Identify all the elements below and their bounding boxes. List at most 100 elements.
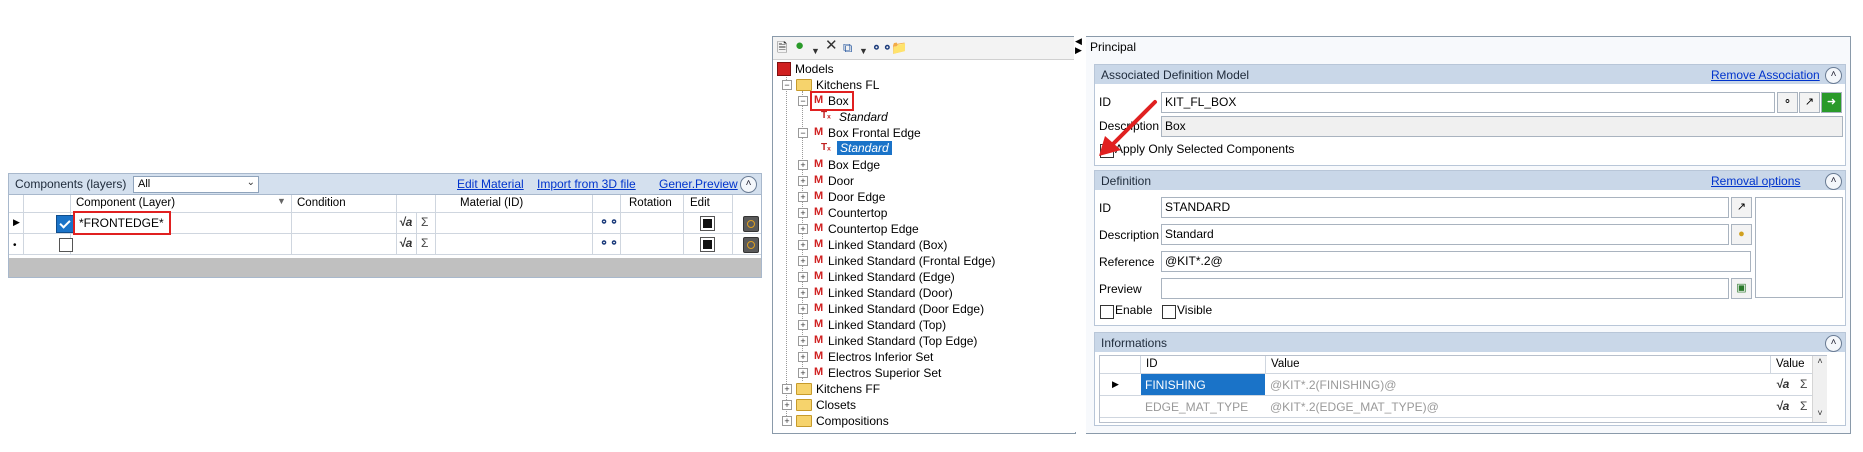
remove-association-link[interactable]: Remove Association — [1711, 68, 1820, 82]
expand-toggle-icon[interactable]: + — [798, 160, 808, 170]
enable-checkbox[interactable] — [1100, 305, 1114, 319]
expand-toggle-icon[interactable]: + — [798, 224, 808, 234]
expand-toggle-icon[interactable]: + — [798, 240, 808, 250]
delete-icon[interactable]: ✕ — [825, 38, 838, 53]
definition-id-field[interactable]: STANDARD — [1161, 197, 1729, 218]
sum-cell[interactable]: Σ — [417, 213, 436, 233]
gear-icon[interactable] — [743, 216, 759, 232]
material-cell[interactable] — [436, 234, 593, 254]
visible-checkbox[interactable] — [1162, 305, 1176, 319]
collapse-up-icon[interactable]: ˄ — [1825, 173, 1842, 190]
expand-toggle-icon[interactable]: + — [798, 192, 808, 202]
info-value-cell[interactable]: @KIT*.2(FINISHING)@ — [1270, 378, 1396, 392]
sigma-icon[interactable]: Σ — [1800, 377, 1807, 391]
binoculars-icon[interactable]: ⚬ — [1777, 92, 1798, 113]
collapse-up-icon[interactable]: ˄ — [740, 176, 757, 193]
expand-toggle-icon[interactable]: + — [782, 400, 792, 410]
chevron-down-icon[interactable]: ▼ — [859, 44, 868, 58]
image-icon[interactable]: ▣ — [1731, 278, 1752, 299]
principal-tab[interactable]: Principal — [1090, 40, 1136, 54]
formula-cell[interactable]: √a — [397, 213, 417, 233]
definition-preview-field[interactable] — [1161, 278, 1729, 299]
table-row[interactable]: ▶ FINISHING @KIT*.2(FINISHING)@ √a Σ — [1100, 374, 1812, 396]
layer-cell[interactable] — [71, 234, 292, 254]
tree-view[interactable]: Models − Kitchens FL − M Box Tₓ Standard… — [773, 61, 1075, 431]
assoc-id-field[interactable]: KIT_FL_BOX — [1161, 92, 1775, 113]
formula-icon: √a — [399, 215, 413, 229]
col-header-rotation[interactable]: Rotation — [621, 195, 684, 213]
expand-toggle-icon[interactable]: + — [782, 416, 792, 426]
collapse-toggle-icon[interactable]: − — [798, 128, 808, 138]
expand-toggle-icon[interactable]: + — [798, 272, 808, 282]
removal-options-link[interactable]: Removal options — [1711, 174, 1800, 188]
layer-cell[interactable]: *FRONTEDGE* — [71, 211, 292, 235]
expand-toggle-icon[interactable]: + — [782, 384, 792, 394]
expand-toggle-icon[interactable]: + — [798, 336, 808, 346]
definition-ref-field[interactable]: @KIT*.2@ — [1161, 251, 1751, 272]
collapse-toggle-icon[interactable]: − — [798, 96, 808, 106]
vertical-scrollbar[interactable]: ˄ ˅ — [1812, 356, 1827, 422]
material-search-cell[interactable]: ⚬⚬ — [593, 213, 621, 233]
binoculars-icon[interactable]: ⚬⚬ — [871, 41, 893, 55]
table-row[interactable]: ▶ *FRONTEDGE* √a Σ ⚬⚬ — [9, 211, 761, 235]
expand-toggle-icon[interactable]: + — [798, 208, 808, 218]
expand-toggle-icon[interactable]: + — [798, 256, 808, 266]
row-selector[interactable]: • — [9, 234, 24, 254]
col-header-condition[interactable]: Condition — [292, 195, 397, 213]
expand-toggle-icon[interactable]: + — [798, 176, 808, 186]
rotation-cell[interactable] — [621, 213, 684, 233]
models-tree-panel: 🗎 ● ▼ ✕ ⧉ ▼ ⚬⚬ 📁 Models − Kitchens FL − … — [772, 36, 1076, 434]
panel-splitter[interactable]: ◀ ▶ — [1074, 36, 1086, 432]
gener-preview-link[interactable]: Gener.Preview — [659, 177, 738, 191]
condition-cell[interactable] — [292, 213, 397, 233]
add-icon[interactable]: ● — [795, 38, 804, 53]
definition-desc-field[interactable]: Standard — [1161, 224, 1729, 245]
condition-cell[interactable] — [292, 234, 397, 254]
gear-icon[interactable] — [743, 237, 759, 253]
chevron-down-icon[interactable]: ▼ — [811, 44, 820, 58]
splitter-arrow-icon[interactable]: ▶ — [1075, 45, 1082, 56]
collapse-up-icon[interactable]: ˄ — [1825, 67, 1842, 84]
document-icon[interactable]: 🗎 — [777, 41, 787, 55]
info-value-cell[interactable]: @KIT*.2(EDGE_MAT_TYPE)@ — [1270, 400, 1439, 414]
expand-toggle-icon[interactable]: + — [798, 304, 808, 314]
cursor-select-icon[interactable]: ↗ — [1799, 92, 1820, 113]
formula-icon[interactable]: √a — [1776, 399, 1789, 413]
info-id-cell[interactable]: FINISHING — [1141, 374, 1265, 395]
collapse-toggle-icon[interactable]: − — [782, 80, 792, 90]
info-id-cell[interactable]: EDGE_MAT_TYPE — [1141, 396, 1265, 417]
formula-cell[interactable]: √a — [397, 234, 417, 254]
edit-cell[interactable] — [684, 234, 733, 254]
material-search-cell[interactable]: ⚬⚬ — [593, 234, 621, 254]
copy-icon[interactable]: ⧉ — [843, 41, 852, 55]
table-row[interactable]: EDGE_MAT_TYPE @KIT*.2(EDGE_MAT_TYPE)@ √a… — [1100, 396, 1812, 418]
material-cell[interactable] — [436, 213, 593, 233]
cursor-select-icon[interactable]: ↗ — [1731, 197, 1752, 218]
collapse-up-icon[interactable]: ˄ — [1825, 335, 1842, 352]
expand-toggle-icon[interactable]: + — [798, 368, 808, 378]
import-3d-link[interactable]: Import from 3D file — [537, 177, 636, 191]
col-header-edit[interactable]: Edit — [684, 195, 733, 213]
formula-icon[interactable]: √a — [1776, 377, 1789, 391]
folder-refresh-icon[interactable]: 📁 — [891, 41, 907, 55]
sum-cell[interactable]: Σ — [417, 234, 436, 254]
edit-cell[interactable] — [684, 213, 733, 233]
components-header: Components (layers) All ⌄ Edit Material … — [9, 174, 761, 195]
scroll-down-icon[interactable]: ˅ — [1813, 408, 1827, 418]
expand-toggle-icon[interactable]: + — [798, 352, 808, 362]
col-header-id[interactable]: ID — [1141, 356, 1266, 374]
edit-material-link[interactable]: Edit Material — [457, 177, 524, 191]
scroll-up-icon[interactable]: ˄ — [1813, 356, 1827, 366]
expand-toggle-icon[interactable]: + — [798, 288, 808, 298]
components-filter-select[interactable]: All ⌄ — [133, 176, 259, 193]
rotation-cell[interactable] — [621, 234, 684, 254]
col-header-value[interactable]: Value — [1266, 356, 1771, 374]
col-header-material[interactable]: Material (ID) — [436, 195, 593, 213]
table-row[interactable]: • √a Σ ⚬⚬ — [9, 234, 761, 255]
expand-toggle-icon[interactable]: + — [798, 320, 808, 330]
row-selector[interactable]: ▶ — [9, 213, 24, 233]
sigma-icon[interactable]: Σ — [1800, 399, 1807, 413]
go-arrow-icon[interactable]: ➜ — [1821, 92, 1842, 113]
model-icon: M — [814, 238, 824, 250]
comment-icon[interactable]: ● — [1731, 224, 1752, 245]
